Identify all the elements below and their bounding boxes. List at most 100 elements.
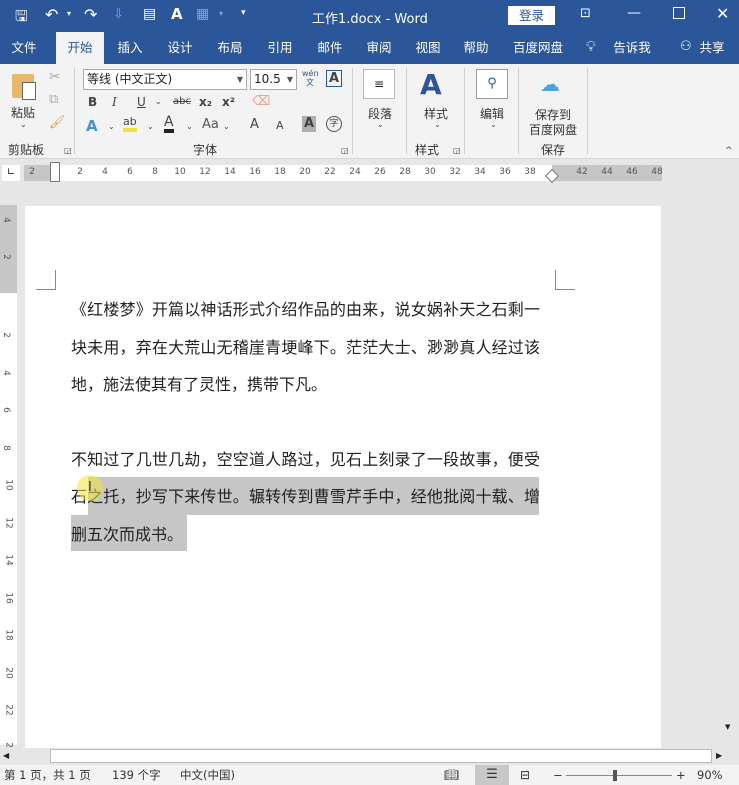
tab-review[interactable]: 审阅 [355, 32, 403, 64]
scroll-left-icon[interactable]: ◀ [3, 751, 9, 760]
grow-font-button[interactable]: A [250, 117, 259, 132]
tab-mailings[interactable]: 邮件 [306, 32, 354, 64]
paste-button[interactable]: 粘贴 [11, 104, 35, 121]
cut-icon: ✂ [49, 69, 61, 85]
chevron-down-icon: ▼ [286, 75, 293, 84]
tell-me-search[interactable]: 告诉我 [608, 32, 656, 64]
paragraph-line[interactable]: 石之托，抄写下来传世。辗转传到曹雪芹手中，经他批阅十载、增 [71, 487, 540, 507]
shrink-font-button[interactable]: A [276, 119, 284, 132]
chevron-down-icon[interactable]: ⌄ [147, 122, 154, 131]
zoom-in-icon[interactable]: + [676, 765, 686, 785]
tab-references[interactable]: 引用 [256, 32, 304, 64]
paste-dropdown-icon[interactable]: ⌄ [20, 120, 27, 129]
tab-help[interactable]: 帮助 [452, 32, 500, 64]
spelling-icon[interactable]: A [171, 5, 183, 23]
save-icon[interactable]: 🖫 [15, 6, 28, 31]
chevron-down-icon[interactable]: ⌄ [377, 120, 384, 129]
chevron-down-icon[interactable]: ⌄ [108, 122, 115, 131]
paragraph-line[interactable]: 地，施法使其有了灵性，携带下凡。 [71, 375, 540, 395]
table-dropdown-icon: ▾ [219, 9, 224, 18]
paragraph-line[interactable]: 块未用，弃在大荒山无稽崖青埂峰下。茫茫大士、渺渺真人经过该 [71, 338, 540, 358]
undo-dropdown-icon[interactable]: ▾ [67, 9, 71, 18]
lightbulb-icon: 💡︎ [586, 39, 596, 55]
char-border-icon[interactable]: A [326, 70, 342, 87]
zoom-slider[interactable] [566, 775, 672, 776]
italic-button[interactable]: I [112, 95, 117, 109]
maximize-icon[interactable] [673, 7, 685, 19]
bold-button[interactable]: B [88, 95, 97, 109]
print-layout-icon[interactable]: ☰ [475, 765, 509, 785]
change-case-button[interactable]: Aa [202, 117, 219, 132]
tab-baidu-netdisk[interactable]: 百度网盘 [508, 32, 568, 64]
clear-formatting-icon[interactable]: ⌫ [252, 94, 270, 109]
format-painter-icon[interactable]: 🖌︎ [49, 115, 66, 130]
font-color-button[interactable]: A [164, 115, 174, 133]
tab-selector-icon[interactable]: ∟ [2, 165, 20, 181]
word-count[interactable]: 139 个字 [112, 765, 161, 785]
baidu-netdisk-icon[interactable]: ☁ [540, 72, 560, 96]
superscript-button[interactable]: x² [222, 95, 235, 109]
scroll-right-icon[interactable]: ▶ [716, 751, 722, 760]
chevron-down-icon[interactable]: ⌄ [223, 122, 230, 131]
vertical-ruler[interactable]: 4224681012141618202224 [0, 205, 17, 753]
paragraph-line[interactable]: 不知过了几世几劫，空空道人路过，见石上刻录了一段故事，便受 [71, 450, 540, 470]
scroll-thumb[interactable] [50, 749, 712, 763]
ruler-tick-label: 14 [3, 554, 14, 566]
share-button[interactable]: 共享 [697, 32, 727, 64]
highlight-button[interactable]: ab [123, 115, 137, 132]
indent-marker[interactable] [50, 162, 60, 182]
ruler-tick-label: 28 [399, 167, 411, 177]
page-count[interactable]: 第 1 页，共 1 页 [4, 765, 91, 785]
horizontal-ruler[interactable]: 2 2 4 6 8 10 12 14 16 18 20 22 24 26 28 30 32 34 36 38 42 44… [24, 162, 663, 184]
clipboard-launcher-icon[interactable]: ◲ [64, 146, 72, 155]
phonetic-guide-icon[interactable]: wén 文 [302, 69, 319, 87]
search-icon[interactable]: ⚲ [476, 69, 508, 99]
undo-icon[interactable]: ↶ [45, 5, 58, 24]
collapse-ribbon-icon[interactable]: ^ [725, 146, 733, 156]
font-size-select[interactable]: 10.5 ▼ [250, 69, 297, 90]
paragraph-line[interactable]: 《红楼梦》开篇以神话形式介绍作品的由来，说女娲补天之石剩一 [71, 300, 540, 320]
enclose-char-button[interactable]: 字 [326, 116, 342, 132]
status-bar: 第 1 页，共 1 页 139 个字 中文(中国) 📖︎ ☰ ⊟ − + 90% [0, 765, 739, 785]
zoom-level[interactable]: 90% [697, 765, 723, 785]
text-effects-button[interactable]: A [86, 117, 98, 135]
horizontal-scrollbar[interactable]: ◀ ▶ [0, 748, 722, 765]
subscript-button[interactable]: x₂ [199, 95, 212, 109]
tab-home[interactable]: 开始 [56, 32, 104, 64]
char-shading-button[interactable]: A [302, 116, 316, 132]
minimize-icon[interactable]: — [627, 5, 641, 21]
tab-file[interactable]: 文件 [0, 32, 48, 64]
redo-icon[interactable]: ↷ [84, 5, 97, 24]
styles-launcher-icon[interactable]: ◲ [453, 146, 461, 155]
font-name-select[interactable]: 等线 (中文正文) ▼ [83, 69, 247, 90]
zoom-out-icon[interactable]: − [553, 765, 563, 785]
chevron-down-icon[interactable]: ⌄ [186, 122, 193, 131]
web-layout-icon[interactable]: ⊟ [520, 765, 530, 785]
scroll-down-icon[interactable]: ▼ [725, 723, 730, 731]
chevron-down-icon[interactable]: ⌄ [434, 120, 441, 129]
save-to-netdisk-button-line2[interactable]: 百度网盘 [529, 121, 577, 138]
vertical-scrollbar[interactable]: ▼ [722, 186, 739, 765]
tab-insert[interactable]: 插入 [106, 32, 154, 64]
paste-icon[interactable] [12, 74, 36, 100]
ruler-tick-label: 32 [449, 167, 461, 177]
font-launcher-icon[interactable]: ◲ [341, 146, 349, 155]
close-icon[interactable]: ✕ [716, 4, 729, 23]
ribbon-display-icon[interactable]: ⊡ [580, 6, 591, 21]
new-comment-icon[interactable]: ▤ [143, 6, 156, 22]
login-button[interactable]: 登录 [508, 6, 555, 25]
chevron-down-icon[interactable]: ⌄ [490, 120, 497, 129]
paragraph-icon[interactable]: ≡ [363, 69, 395, 99]
underline-dropdown-icon[interactable]: ⌄ [155, 97, 162, 106]
strikethrough-button[interactable]: abc [173, 96, 191, 107]
customize-icon[interactable]: ▾ [241, 8, 246, 18]
language[interactable]: 中文(中国) [180, 765, 235, 785]
tab-view[interactable]: 视图 [404, 32, 452, 64]
tab-layout[interactable]: 布局 [206, 32, 254, 64]
read-mode-icon[interactable]: 📖︎ [444, 765, 459, 785]
tab-design[interactable]: 设计 [156, 32, 204, 64]
underline-button[interactable]: U [137, 95, 146, 109]
styles-icon[interactable]: A [420, 68, 442, 101]
zoom-slider-thumb[interactable] [613, 770, 617, 781]
paragraph-line[interactable]: 删五次而成书。 [71, 525, 540, 545]
